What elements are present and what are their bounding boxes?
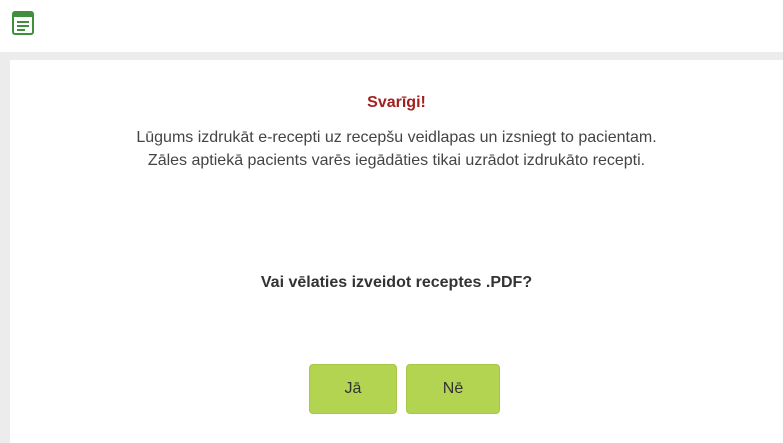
dialog-message: Lūgums izdrukāt e-recepti uz recepšu vei… [55, 126, 738, 172]
dialog-question: Vai vēlaties izveidot receptes .PDF? [260, 274, 533, 291]
message-line-2: Zāles aptiekā pacients varēs iegādāties … [147, 152, 646, 169]
top-bar [0, 0, 783, 52]
message-line-1: Lūgums izdrukāt e-recepti uz recepšu vei… [136, 129, 657, 146]
document-window-icon[interactable] [12, 11, 34, 35]
dialog-frame: Svarīgi! Lūgums izdrukāt e-recepti uz re… [0, 52, 783, 443]
yes-button[interactable]: Jā [309, 364, 397, 414]
no-button[interactable]: Nē [406, 364, 500, 414]
confirmation-dialog: Svarīgi! Lūgums izdrukāt e-recepti uz re… [10, 60, 783, 443]
dialog-title: Svarīgi! [367, 94, 426, 111]
